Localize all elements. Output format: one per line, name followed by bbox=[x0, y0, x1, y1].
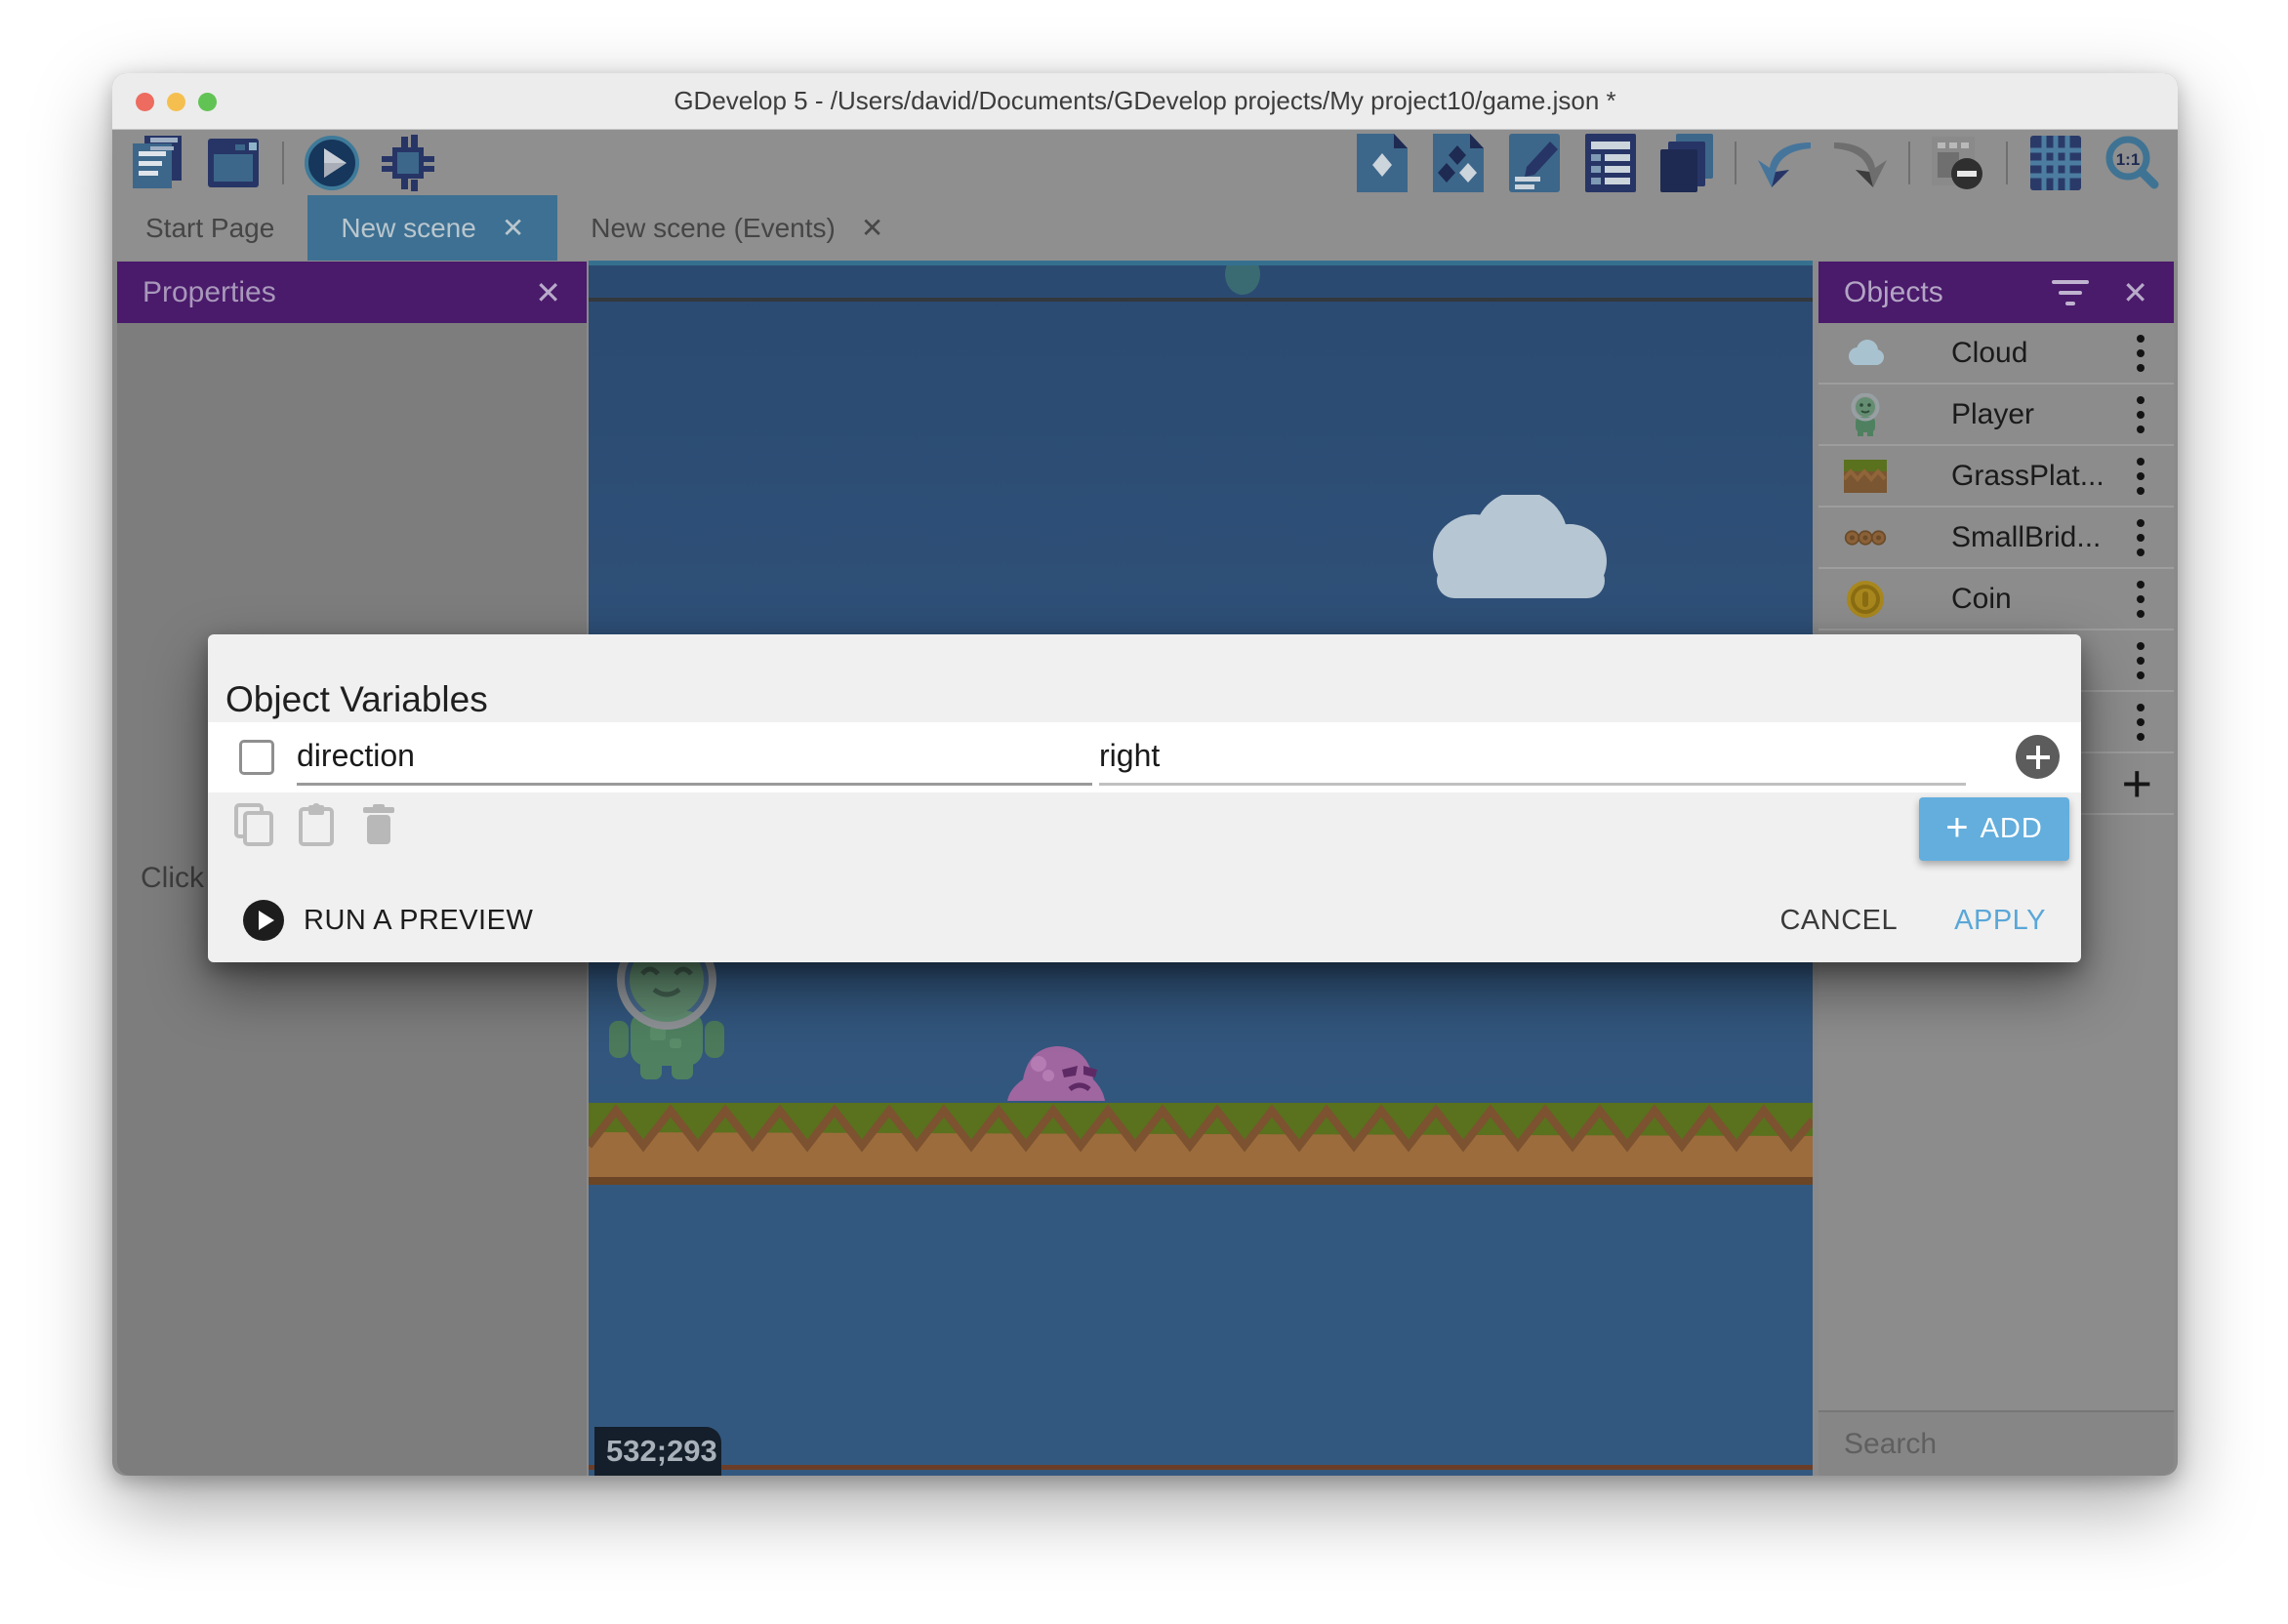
editor-tabbar: Start Page New scene ✕ New scene (Events… bbox=[112, 195, 2178, 261]
filter-icon[interactable] bbox=[2052, 280, 2089, 305]
cursor-coordinates-badge: 532;293 bbox=[594, 1427, 721, 1476]
copy-icon[interactable] bbox=[231, 802, 276, 847]
object-row-grassplatform[interactable]: GrassPlat... bbox=[1818, 446, 2174, 508]
scene-window-border bbox=[589, 298, 1813, 302]
object-label: Player bbox=[1951, 398, 2034, 431]
grass-platform[interactable] bbox=[589, 1103, 1813, 1185]
object-menu-icon[interactable] bbox=[2137, 335, 2145, 372]
variable-name-field bbox=[297, 729, 1092, 786]
object-groups-icon[interactable] bbox=[1658, 135, 1715, 191]
close-panel-icon[interactable]: ✕ bbox=[2122, 274, 2148, 311]
redo-icon[interactable] bbox=[1832, 135, 1889, 191]
debug-chip-icon[interactable] bbox=[380, 135, 436, 191]
paste-icon[interactable] bbox=[294, 802, 339, 847]
scene-window-icon[interactable] bbox=[206, 135, 263, 191]
zoom-1-1-icon[interactable]: 1:1 bbox=[2104, 135, 2160, 191]
variable-value-field bbox=[1099, 729, 1966, 786]
object-row-smallbridge[interactable]: SmallBrid... bbox=[1818, 508, 2174, 569]
add-child-variable-button[interactable] bbox=[2016, 735, 2060, 779]
instances-list-icon[interactable] bbox=[1430, 135, 1487, 191]
tab-label: New scene (Events) bbox=[591, 213, 836, 244]
toolbar-separator bbox=[282, 142, 284, 184]
slime-enemy-sprite[interactable] bbox=[1005, 1042, 1107, 1108]
object-label: Cloud bbox=[1951, 337, 2027, 370]
object-menu-icon[interactable] bbox=[2137, 581, 2145, 618]
variable-value-input[interactable] bbox=[1099, 738, 1966, 774]
tab-label: New scene bbox=[341, 213, 476, 244]
objects-panel-header: Objects ✕ bbox=[1818, 262, 2174, 323]
small-bridge-thumbnail-icon bbox=[1844, 516, 1887, 559]
object-row-cloud[interactable]: Cloud bbox=[1818, 323, 2174, 385]
main-toolbar: 1:1 bbox=[112, 130, 2178, 195]
grass-platform-thumbnail-icon bbox=[1844, 455, 1887, 498]
properties-panel-header: Properties ✕ bbox=[117, 262, 587, 323]
object-label: SmallBrid... bbox=[1951, 521, 2101, 554]
object-row-player[interactable]: Player bbox=[1818, 385, 2174, 446]
object-menu-icon[interactable] bbox=[2137, 519, 2145, 556]
preview-play-icon[interactable] bbox=[304, 135, 360, 191]
add-object-button[interactable]: + bbox=[2121, 757, 2152, 810]
add-variable-button[interactable]: + ADD bbox=[1919, 797, 2069, 861]
toolbar-separator bbox=[2006, 142, 2008, 184]
offscreen-object-marker bbox=[1225, 261, 1260, 295]
object-label: GrassPlat... bbox=[1951, 460, 2104, 493]
scene-bottom-border bbox=[589, 1465, 1813, 1470]
objects-panel-title: Objects bbox=[1844, 276, 1943, 309]
object-menu-icon[interactable] bbox=[2137, 704, 2145, 741]
close-tab-icon[interactable]: ✕ bbox=[502, 215, 524, 242]
cloud-sprite[interactable] bbox=[1388, 495, 1640, 612]
object-variables-dialog: Object Variables + ADD RUN A PREVIEW bbox=[208, 634, 2081, 962]
variable-row bbox=[208, 722, 2081, 792]
window-controls bbox=[136, 93, 217, 111]
object-menu-icon[interactable] bbox=[2137, 396, 2145, 433]
toolbar-separator bbox=[1908, 142, 1910, 184]
play-icon bbox=[243, 900, 284, 941]
undo-icon[interactable] bbox=[1756, 135, 1813, 191]
objects-search-bar bbox=[1818, 1410, 2174, 1476]
variable-name-input[interactable] bbox=[297, 738, 1092, 774]
render-mask-icon[interactable] bbox=[1930, 135, 1986, 191]
plus-icon: + bbox=[1945, 808, 1968, 847]
dialog-title: Object Variables bbox=[225, 679, 488, 720]
close-panel-icon[interactable]: ✕ bbox=[535, 274, 561, 311]
window-title: GDevelop 5 - /Users/david/Documents/GDev… bbox=[112, 86, 2178, 116]
svg-text:1:1: 1:1 bbox=[2116, 150, 2141, 169]
object-row-coin[interactable]: Coin bbox=[1818, 569, 2174, 630]
cancel-button[interactable]: CANCEL bbox=[1779, 905, 1898, 937]
titlebar: GDevelop 5 - /Users/david/Documents/GDev… bbox=[112, 73, 2178, 130]
properties-edit-icon[interactable] bbox=[1506, 135, 1563, 191]
cloud-thumbnail-icon bbox=[1844, 332, 1887, 375]
layers-list-icon[interactable] bbox=[1582, 135, 1639, 191]
variables-toolbar bbox=[231, 802, 401, 847]
toolbar-separator bbox=[1735, 142, 1736, 184]
objects-editor-icon[interactable] bbox=[1354, 135, 1410, 191]
project-manager-icon[interactable] bbox=[130, 135, 186, 191]
apply-button[interactable]: APPLY bbox=[1954, 905, 2046, 937]
close-tab-icon[interactable]: ✕ bbox=[861, 215, 883, 242]
player-thumbnail-icon bbox=[1844, 393, 1887, 436]
minimize-window-button[interactable] bbox=[167, 93, 185, 111]
variable-checkbox[interactable] bbox=[239, 740, 274, 775]
tab-label: Start Page bbox=[145, 213, 274, 244]
coin-thumbnail-icon bbox=[1844, 578, 1887, 621]
dialog-footer: RUN A PREVIEW CANCEL APPLY bbox=[208, 878, 2081, 962]
properties-panel-title: Properties bbox=[143, 276, 276, 309]
object-label: Coin bbox=[1951, 583, 2012, 616]
objects-search-input[interactable] bbox=[1844, 1428, 2174, 1461]
close-window-button[interactable] bbox=[136, 93, 154, 111]
tab-new-scene[interactable]: New scene ✕ bbox=[307, 195, 557, 261]
object-menu-icon[interactable] bbox=[2137, 458, 2145, 495]
zoom-window-button[interactable] bbox=[198, 93, 217, 111]
grid-icon[interactable] bbox=[2027, 135, 2084, 191]
tab-new-scene-events[interactable]: New scene (Events) ✕ bbox=[557, 195, 917, 261]
tab-start-page[interactable]: Start Page bbox=[112, 195, 307, 261]
delete-icon[interactable] bbox=[356, 802, 401, 847]
object-menu-icon[interactable] bbox=[2137, 642, 2145, 679]
run-preview-button[interactable]: RUN A PREVIEW bbox=[243, 900, 533, 941]
